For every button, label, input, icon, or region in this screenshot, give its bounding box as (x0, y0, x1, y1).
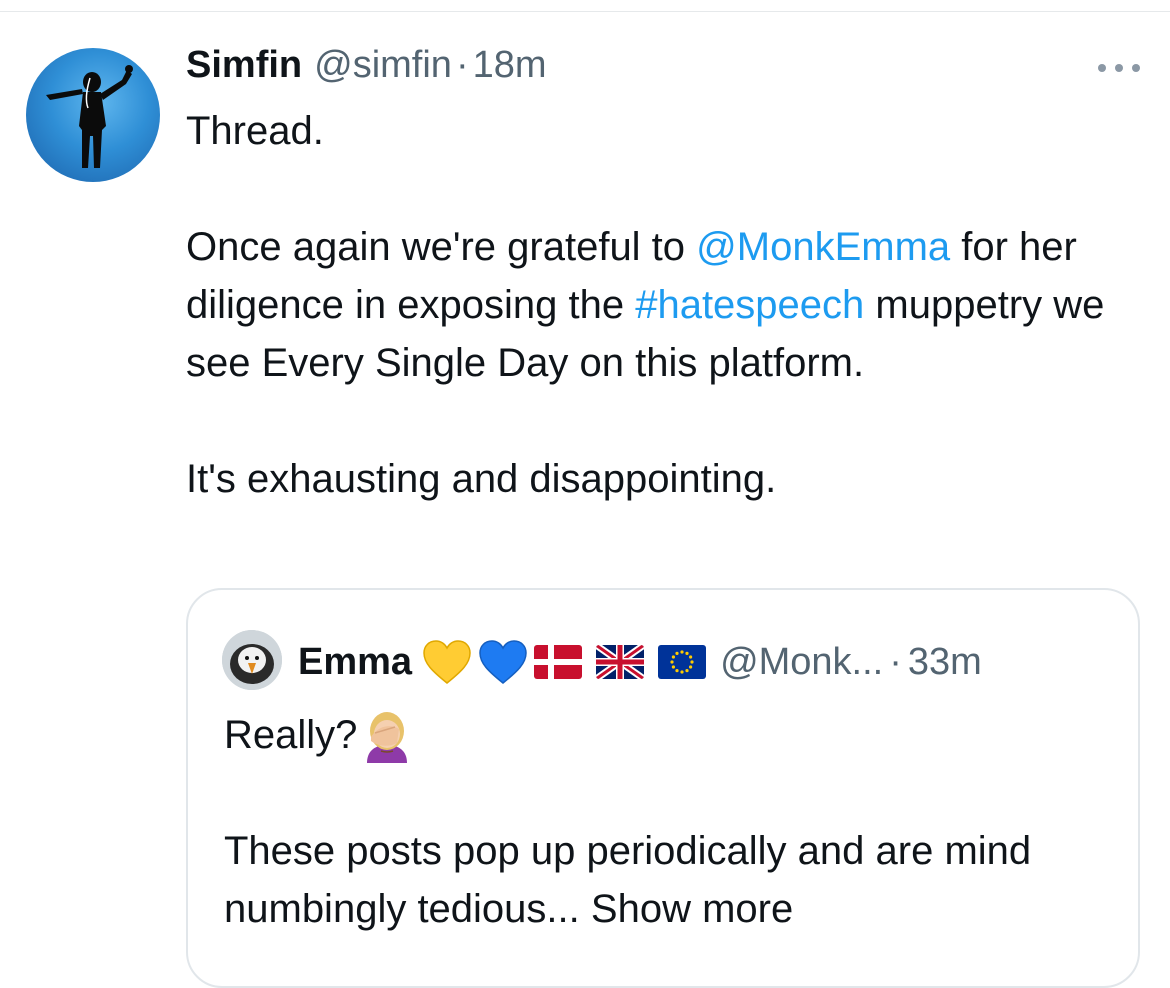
separator-dot: · (889, 640, 902, 683)
tweet-line-thread: Thread. (186, 109, 324, 153)
more-options-button[interactable] (1098, 58, 1140, 78)
tweet-body-part1: Once again we're grateful to (186, 225, 697, 269)
show-more-link[interactable]: Show more (591, 887, 793, 931)
tweet-header: Simfin @simfin · 18m (186, 44, 547, 94)
tweet-paragraph: Once again we're grateful to @MonkEmma f… (186, 218, 1126, 392)
quoted-tweet-card[interactable]: Emma @Monk... · 33m Really? These posts … (186, 588, 1140, 988)
author-avatar[interactable] (26, 48, 160, 182)
denmark-flag-icon (534, 645, 583, 679)
author-handle[interactable]: @simfin (314, 44, 452, 87)
eu-flag-icon (658, 645, 707, 679)
quoted-tweet-header: Emma @Monk... · 33m (298, 634, 982, 690)
author-name[interactable]: Simfin (186, 44, 302, 87)
bird-avatar-icon (222, 630, 282, 690)
quoted-tweet-time[interactable]: 33m (908, 641, 982, 684)
yellow-heart-icon (423, 640, 471, 684)
quoted-author-avatar[interactable] (222, 630, 282, 690)
hashtag-link[interactable]: #hatespeech (635, 283, 864, 327)
uk-flag-icon (596, 645, 645, 679)
more-dot-icon (1098, 64, 1106, 72)
quoted-author-name[interactable]: Emma (298, 641, 412, 684)
more-dot-icon (1132, 64, 1140, 72)
facepalm-emoji-icon (367, 712, 408, 763)
more-dot-icon (1115, 64, 1123, 72)
quoted-tweet-text: Really? These posts pop up periodically … (224, 706, 1104, 938)
quoted-author-handle[interactable]: @Monk... (720, 641, 883, 684)
tweet-time[interactable]: 18m (473, 44, 547, 87)
tweet-text: Thread. Once again we're grateful to @Mo… (186, 102, 1126, 508)
top-divider (0, 11, 1170, 12)
quoted-body: These posts pop up periodically and are … (224, 822, 1104, 938)
mention-link[interactable]: @MonkEmma (696, 225, 950, 269)
quoted-first-line-text: Really? (224, 713, 358, 757)
separator-dot: · (455, 44, 469, 86)
quoted-first-line: Really? (224, 706, 1104, 764)
tweet-closing: It's exhausting and disappointing. (186, 457, 777, 501)
silhouette-icon (46, 65, 133, 168)
blue-heart-icon (479, 640, 527, 684)
